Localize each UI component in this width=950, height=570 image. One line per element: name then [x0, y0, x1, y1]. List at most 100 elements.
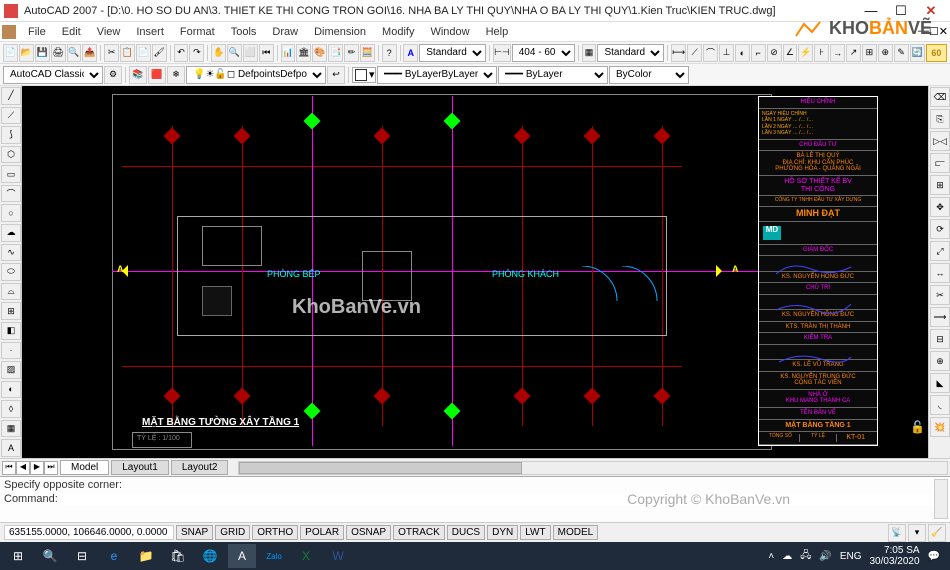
ortho-toggle[interactable]: ORTHO: [252, 525, 298, 540]
join-icon[interactable]: ⊕: [930, 351, 950, 371]
dyn-toggle[interactable]: DYN: [487, 525, 518, 540]
layer-color-icon[interactable]: 🟥: [148, 66, 166, 84]
redo-icon[interactable]: ↷: [189, 44, 204, 62]
tab-layout1[interactable]: Layout1: [111, 460, 169, 475]
status-comm-icon[interactable]: 📡: [888, 524, 906, 542]
command-scrollbar[interactable]: [934, 479, 948, 519]
layer-prev-icon[interactable]: ↩: [327, 66, 345, 84]
tray-up-icon[interactable]: ˄: [768, 551, 774, 562]
dim-update-icon[interactable]: 🔄: [910, 44, 925, 62]
paste-icon[interactable]: 📄: [136, 44, 151, 62]
excel-icon[interactable]: X: [292, 544, 320, 568]
stretch-icon[interactable]: ↔: [930, 263, 950, 283]
h-scrollbar[interactable]: [238, 461, 948, 475]
polar-toggle[interactable]: POLAR: [300, 525, 344, 540]
status-tray-icon[interactable]: ▾: [908, 524, 926, 542]
copy-icon[interactable]: 📋: [120, 44, 135, 62]
edge-icon[interactable]: e: [100, 544, 128, 568]
block-icon[interactable]: ◧: [1, 322, 21, 340]
region-icon[interactable]: ◊: [1, 400, 21, 418]
menu-dimension[interactable]: Dimension: [306, 24, 374, 40]
dim-continue-icon[interactable]: →: [830, 44, 845, 62]
new-icon[interactable]: 📄: [3, 44, 18, 62]
preview-icon[interactable]: 🔍: [67, 44, 82, 62]
zalo-icon[interactable]: Zalo: [260, 544, 288, 568]
move-icon[interactable]: ✥: [930, 197, 950, 217]
dim-edit-icon[interactable]: ✎: [894, 44, 909, 62]
undo-icon[interactable]: ↶: [174, 44, 189, 62]
menu-tools[interactable]: Tools: [223, 24, 265, 40]
tab-model[interactable]: Model: [60, 460, 109, 475]
dim-radius-icon[interactable]: ◐: [735, 44, 750, 62]
drawing-canvas[interactable]: A A PHÒNG BẾP PHÒNG KHÁCH MẶT BẰNG TƯỜNG…: [22, 86, 928, 458]
explode-icon[interactable]: 💥: [930, 417, 950, 437]
tool-palette-icon[interactable]: 🎨: [312, 44, 327, 62]
hatch-icon[interactable]: ▨: [1, 361, 21, 379]
tab-prev-icon[interactable]: ◀: [16, 461, 30, 475]
spline-icon[interactable]: ∿: [1, 244, 21, 262]
color-select[interactable]: ▾: [352, 67, 376, 83]
offset-icon[interactable]: ⫍: [930, 153, 950, 173]
linetype-select[interactable]: ━━━ ByLayerByLayer: [377, 66, 497, 84]
tray-onedrive-icon[interactable]: ☁: [782, 551, 792, 562]
text-a-icon[interactable]: A: [403, 44, 418, 62]
calc-icon[interactable]: 🧮: [360, 44, 375, 62]
layer-select[interactable]: 💡☀🔓◻ DefpointsDefpoints: [186, 66, 326, 84]
publish-icon[interactable]: 📤: [82, 44, 97, 62]
arc-icon[interactable]: ⌒: [1, 185, 21, 203]
command-window[interactable]: Specify opposite corner: Command: Copyri…: [0, 476, 950, 522]
dim-diameter-icon[interactable]: ⊘: [767, 44, 782, 62]
dim-linear-icon[interactable]: ⟼: [671, 44, 686, 62]
lock-icon[interactable]: 🔓: [910, 420, 924, 434]
dim-baseline-icon[interactable]: ⊦: [814, 44, 829, 62]
tab-first-icon[interactable]: ⏮: [2, 461, 16, 475]
line-icon[interactable]: ╱: [1, 87, 21, 105]
cut-icon[interactable]: ✂: [104, 44, 119, 62]
table-tool-icon[interactable]: ▦: [1, 420, 21, 438]
ellipse-icon[interactable]: ⬭: [1, 263, 21, 281]
menu-modify[interactable]: Modify: [374, 24, 422, 40]
menu-file[interactable]: File: [20, 24, 54, 40]
point-icon[interactable]: ·: [1, 342, 21, 360]
model-toggle[interactable]: MODEL: [553, 525, 599, 540]
plotstyle-select[interactable]: ByColor: [609, 66, 689, 84]
open-icon[interactable]: 📂: [19, 44, 34, 62]
rectangle-icon[interactable]: ▭: [1, 165, 21, 183]
zoom-window-icon[interactable]: ⬜: [243, 44, 258, 62]
extend-icon[interactable]: ⟶: [930, 307, 950, 327]
trim-icon[interactable]: ✂: [930, 285, 950, 305]
break-icon[interactable]: ⊟: [930, 329, 950, 349]
menu-help[interactable]: Help: [478, 24, 517, 40]
grid-toggle[interactable]: GRID: [215, 525, 250, 540]
dim-jogged-icon[interactable]: ⌐: [751, 44, 766, 62]
tray-volume-icon[interactable]: 🔊: [819, 551, 831, 562]
gradient-icon[interactable]: ◐: [1, 381, 21, 399]
coordinates-display[interactable]: 635155.0000, 106646.0000, 0.0000: [4, 525, 174, 540]
chamfer-icon[interactable]: ◣: [930, 373, 950, 393]
circle-icon[interactable]: ○: [1, 204, 21, 222]
tab-layout2[interactable]: Layout2: [171, 460, 229, 475]
dim-center-icon[interactable]: ⊕: [878, 44, 893, 62]
rotate-icon[interactable]: ⟳: [930, 219, 950, 239]
explorer-icon[interactable]: 📁: [132, 544, 160, 568]
mirror-icon[interactable]: ▷◁: [930, 131, 950, 151]
tab-last-icon[interactable]: ⏭: [44, 461, 58, 475]
layer-props-icon[interactable]: 📚: [129, 66, 147, 84]
task-view-button[interactable]: ⊟: [68, 544, 96, 568]
markup-icon[interactable]: ✏: [344, 44, 359, 62]
zoom-icon[interactable]: 🔍: [227, 44, 242, 62]
chrome-icon[interactable]: 🌐: [196, 544, 224, 568]
menu-view[interactable]: View: [89, 24, 129, 40]
menu-edit[interactable]: Edit: [54, 24, 89, 40]
autocad-task-icon[interactable]: A: [228, 544, 256, 568]
start-button[interactable]: ⊞: [4, 544, 32, 568]
fillet-icon[interactable]: ◟: [930, 395, 950, 415]
ducs-toggle[interactable]: DUCS: [447, 525, 485, 540]
store-icon[interactable]: 🛍: [164, 544, 192, 568]
erase-icon[interactable]: ⌫: [930, 87, 950, 107]
match-icon[interactable]: 🖌: [152, 44, 167, 62]
copy-obj-icon[interactable]: ⎘: [930, 109, 950, 129]
tray-clock[interactable]: 7:05 SA 30/03/2020: [869, 545, 919, 567]
menu-format[interactable]: Format: [172, 24, 223, 40]
pline-icon[interactable]: ⟆: [1, 126, 21, 144]
